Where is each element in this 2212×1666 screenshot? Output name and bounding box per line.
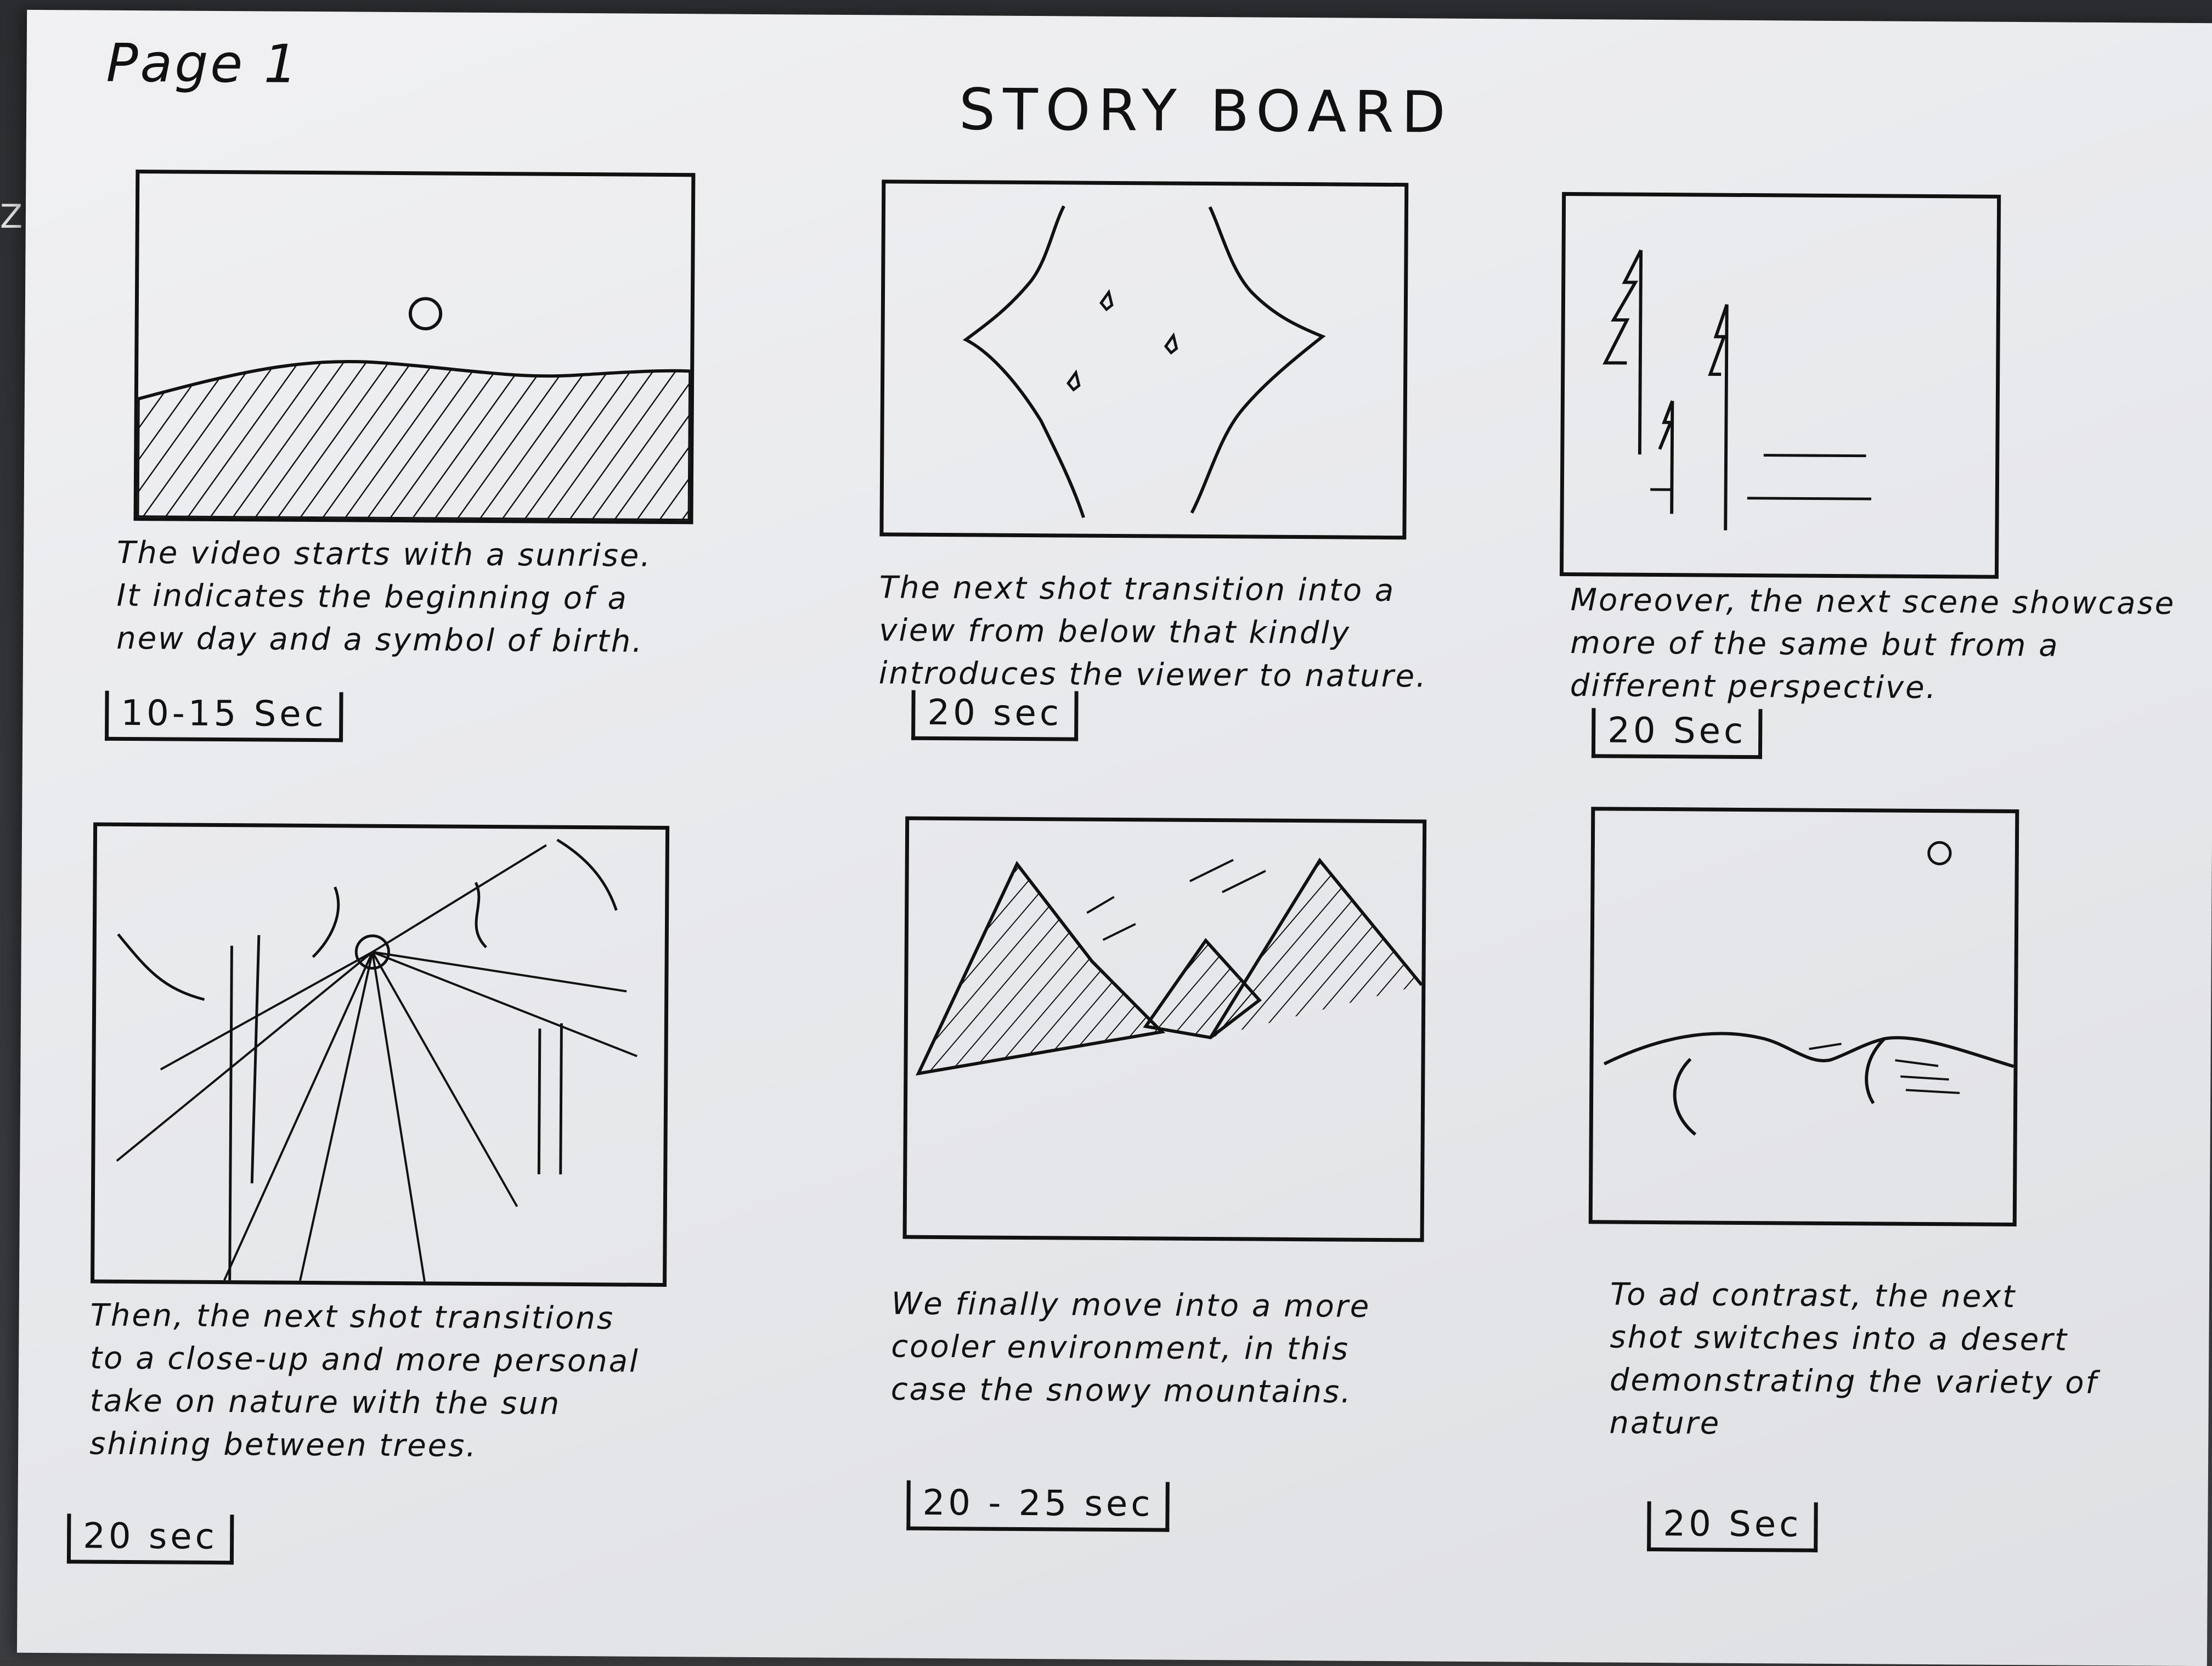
snowy-mountains-sketch	[915, 857, 1423, 1076]
wind-lines	[1086, 859, 1266, 941]
tree-canopy-outline	[962, 205, 1326, 519]
panel-4-duration: 20 sec	[66, 1513, 234, 1565]
panel-3-duration: 20 Sec	[1591, 708, 1763, 759]
panel-6-caption: To ad contrast, the next shot switches i…	[1609, 1274, 2098, 1448]
desert-sketch	[1603, 841, 2015, 1136]
caption-line: more of the same but from a	[1570, 625, 2059, 664]
sun-icon	[408, 297, 443, 330]
tree-trunks	[228, 935, 563, 1281]
caption-line: view from below that kindly	[879, 612, 1351, 651]
tree-outline	[1602, 249, 1729, 531]
panel-5-duration: 20 - 25 sec	[906, 1480, 1170, 1532]
dune-outline	[1603, 1032, 2015, 1136]
panel-4-frame	[91, 822, 670, 1287]
caption-line: demonstrating the variety of	[1609, 1362, 2098, 1401]
panel-2-duration: 20 sec	[911, 690, 1079, 741]
page-title: STORY BOARD	[958, 76, 1454, 146]
background-glyph: Z	[0, 198, 23, 236]
caption-line: shot switches into a desert	[1610, 1319, 2069, 1358]
view-from-below-sketch	[962, 205, 1326, 519]
ground-lines	[1650, 454, 1871, 500]
caption-line: cooler environment, in this	[891, 1329, 1350, 1367]
caption-line: Then, the next shot transitions	[90, 1297, 615, 1337]
caption-line: It indicates the beginning of a	[116, 577, 629, 617]
caption-line: We finally move into a more	[891, 1286, 1371, 1325]
caption-line: take on nature with the sun	[89, 1383, 561, 1422]
bird-icon	[1066, 289, 1178, 392]
panel-2-frame	[879, 179, 1409, 540]
panel-2-caption: The next shot transition into a view fro…	[879, 566, 1428, 698]
sun-between-trees-sketch	[116, 838, 637, 1282]
caption-line: different perspective.	[1570, 668, 1938, 706]
page-label: Page 1	[106, 32, 300, 95]
panel-5-caption: We finally move into a more cooler envir…	[891, 1283, 1371, 1414]
panel-3-caption: Moreover, the next scene showcase more o…	[1570, 579, 2176, 711]
hill-shape	[137, 359, 692, 521]
storyboard-sheet: Page 1 STORY BOARD The video starts with…	[16, 9, 2212, 1666]
caption-line: The next shot transition into a	[879, 570, 1396, 609]
mountain-right	[1209, 857, 1423, 1039]
panel-1-frame	[133, 170, 696, 525]
panel-3-frame	[1559, 192, 2001, 579]
trees-sketch	[1602, 249, 1871, 531]
panel-1-caption: The video starts with a sunrise. It indi…	[116, 532, 652, 663]
background-surface: Z Page 1 STORY BOARD The video starts wi…	[0, 0, 2212, 1666]
caption-line: Moreover, the next scene showcase	[1570, 582, 2176, 622]
caption-line: To ad contrast, the next	[1610, 1276, 2017, 1315]
sunrise-sketch	[137, 297, 692, 521]
caption-line: case the snowy mountains.	[890, 1371, 1353, 1410]
caption-line: The video starts with a sunrise.	[116, 534, 652, 574]
panel-4-caption: Then, the next shot transitions to a clo…	[89, 1294, 640, 1469]
caption-line: shining between trees.	[89, 1426, 478, 1464]
panel-6-frame	[1588, 807, 2019, 1227]
panel-1-duration: 10-15 Sec	[105, 690, 343, 742]
caption-line: new day and a symbol of birth.	[116, 620, 644, 660]
caption-line: nature	[1609, 1405, 1721, 1442]
sun-icon	[1927, 841, 1952, 865]
mountain-left	[915, 860, 1166, 1076]
panel-6-duration: 20 Sec	[1647, 1501, 1818, 1552]
caption-line: to a close-up and more personal	[89, 1340, 640, 1380]
dune-hatching	[1809, 1043, 1960, 1094]
panel-5-frame	[902, 816, 1427, 1242]
